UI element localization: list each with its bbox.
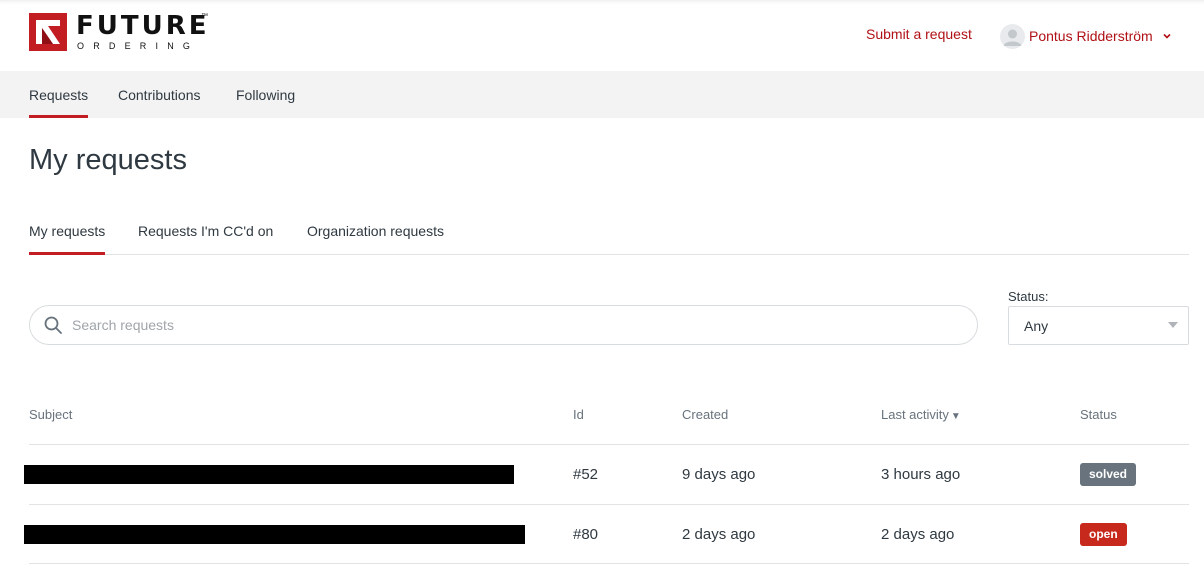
column-header-subject[interactable]: Subject [29, 407, 72, 422]
sub-navigation: Requests Contributions Following [0, 71, 1204, 118]
subnav-item-following[interactable]: Following [236, 71, 295, 118]
status-filter-value: Any [1024, 318, 1049, 334]
column-header-created[interactable]: Created [682, 407, 728, 422]
column-header-last-activity-label: Last activity [881, 407, 949, 422]
user-name: Pontus Ridderström [1029, 28, 1153, 44]
logo-wordmark: FUTURE [76, 11, 210, 41]
table-divider [29, 563, 1189, 564]
request-id: #52 [573, 466, 599, 483]
redacted-subject[interactable] [24, 465, 514, 484]
column-header-status[interactable]: Status [1080, 407, 1117, 422]
logo-trademark: ™ [201, 13, 208, 20]
search-input[interactable] [70, 307, 954, 343]
caret-down-icon [1168, 322, 1178, 328]
column-header-id[interactable]: Id [573, 407, 584, 422]
request-created: 2 days ago [682, 526, 756, 543]
tab-cc-requests[interactable]: Requests I'm CC'd on [138, 212, 273, 254]
user-menu[interactable]: Pontus Ridderström [1000, 23, 1172, 49]
request-created: 9 days ago [682, 466, 756, 483]
subnav-item-contributions[interactable]: Contributions [118, 71, 201, 118]
logo-subtitle: ORDERING [77, 41, 200, 51]
page-title: My requests [29, 144, 187, 176]
request-id: #80 [573, 526, 599, 543]
subnav-item-requests[interactable]: Requests [29, 71, 89, 118]
site-header: FUTURE ™ ORDERING Submit a request Pontu… [0, 0, 1204, 71]
redacted-subject[interactable] [24, 525, 525, 544]
search-icon [44, 316, 62, 334]
status-filter-select[interactable]: Any [1008, 306, 1189, 345]
submit-request-link[interactable]: Submit a request [866, 26, 972, 42]
tab-my-requests[interactable]: My requests [29, 212, 106, 255]
user-avatar-icon [1000, 23, 1025, 49]
table-divider [29, 444, 1189, 445]
tab-organization-requests[interactable]: Organization requests [307, 212, 444, 254]
request-tabs: My requests Requests I'm CC'd on Organiz… [29, 212, 1189, 255]
status-badge: open [1080, 523, 1127, 546]
status-filter-label: Status: [1008, 289, 1049, 304]
status-badge: solved [1080, 463, 1137, 486]
chevron-down-icon [1163, 33, 1171, 39]
table-divider [29, 504, 1189, 505]
brand-logo[interactable]: FUTURE ™ ORDERING [29, 11, 229, 53]
request-last-activity: 3 hours ago [881, 466, 961, 483]
sort-descending-icon: ▼ [950, 411, 961, 422]
logo-mark-icon [29, 13, 67, 51]
search-box [29, 305, 978, 345]
column-header-last-activity[interactable]: Last activity ▼ [881, 407, 961, 422]
request-last-activity: 2 days ago [881, 526, 955, 543]
